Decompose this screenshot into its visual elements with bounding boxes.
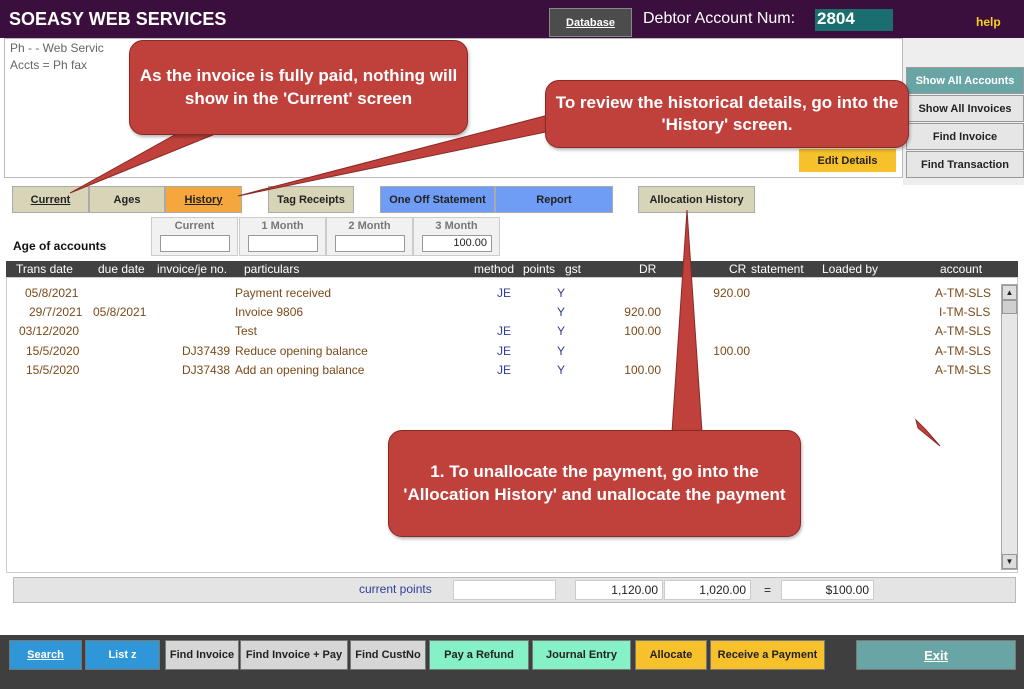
find-transaction-button[interactable]: Find Transaction	[906, 151, 1024, 178]
callout-unallocate-info: 1. To unallocate the payment, go into th…	[388, 430, 801, 537]
age-1-month-value	[248, 235, 318, 252]
current-points-value	[453, 580, 556, 600]
current-points-label: current points	[359, 582, 432, 596]
find-invoice-button[interactable]: Find Invoice	[165, 640, 239, 670]
row-2-particulars[interactable]: Invoice 9806	[235, 305, 303, 319]
age-1-month-label: 1 Month	[261, 220, 304, 232]
find-invoice-pay-button[interactable]: Find Invoice + Pay	[240, 640, 348, 670]
exit-button[interactable]: Exit	[856, 640, 1016, 670]
row-4-cr[interactable]: 100.00	[700, 344, 750, 358]
age-3-month-label: 3 Month	[435, 220, 478, 232]
balance-total: $100.00	[781, 580, 874, 600]
cr-total: 1,020.00	[664, 580, 751, 600]
row-4-trans-date[interactable]: 15/5/2020	[26, 344, 79, 358]
debtor-account-number[interactable]: 2804	[815, 9, 893, 31]
debtor-account-label: Debtor Account Num:	[643, 10, 796, 27]
row-5-gst[interactable]: Y	[557, 363, 565, 377]
col-gst[interactable]: gst	[565, 262, 581, 276]
tab-report[interactable]: Report	[495, 186, 613, 213]
callout-history-info: To review the historical details, go int…	[545, 80, 909, 148]
age-current-value	[160, 235, 230, 252]
row-3-gst[interactable]: Y	[557, 324, 565, 338]
age-2-month-value	[335, 235, 405, 252]
row-1-particulars[interactable]: Payment received	[235, 286, 331, 300]
show-all-invoices-button[interactable]: Show All Invoices	[906, 95, 1024, 122]
row-1-method[interactable]: JE	[497, 286, 511, 300]
row-1-gst[interactable]: Y	[557, 286, 565, 300]
row-2-trans-date[interactable]: 29/7/2021	[29, 305, 82, 319]
col-statement[interactable]: statement	[751, 262, 804, 276]
info-line-phone: Ph - - Web Servic	[10, 41, 104, 55]
row-4-account[interactable]: A-TM-SLS	[935, 344, 991, 358]
scroll-thumb[interactable]	[1002, 300, 1017, 314]
row-3-dr[interactable]: 100.00	[611, 324, 661, 338]
pay-refund-button[interactable]: Pay a Refund	[429, 640, 529, 670]
row-1-account[interactable]: A-TM-SLS	[935, 286, 991, 300]
tab-one-off-statement[interactable]: One Off Statement	[380, 186, 495, 213]
col-cr[interactable]: CR	[729, 262, 746, 276]
col-invoice[interactable]: invoice/je no.	[157, 262, 227, 276]
col-due-date[interactable]: due date	[98, 262, 145, 276]
tab-history[interactable]: History	[165, 186, 242, 213]
tab-ages[interactable]: Ages	[89, 186, 165, 213]
scroll-up-arrow-icon[interactable]: ▲	[1002, 285, 1017, 300]
dr-total: 1,120.00	[575, 580, 663, 600]
col-points[interactable]: points	[523, 262, 555, 276]
show-all-accounts-button[interactable]: Show All Accounts	[906, 67, 1024, 94]
scroll-down-arrow-icon[interactable]: ▼	[1002, 554, 1017, 569]
row-4-gst[interactable]: Y	[557, 344, 565, 358]
row-2-due-date[interactable]: 05/8/2021	[93, 305, 146, 319]
row-5-account[interactable]: A-TM-SLS	[935, 363, 991, 377]
row-2-dr[interactable]: 920.00	[611, 305, 661, 319]
tab-tag-receipts[interactable]: Tag Receipts	[268, 186, 354, 213]
age-2-month-label: 2 Month	[348, 220, 391, 232]
help-link[interactable]: help	[976, 15, 1001, 29]
row-2-gst[interactable]: Y	[557, 305, 565, 319]
row-3-trans-date[interactable]: 03/12/2020	[19, 324, 79, 338]
row-2-account[interactable]: I-TM-SLS	[939, 305, 990, 319]
col-trans-date[interactable]: Trans date	[16, 262, 73, 276]
row-4-invoice[interactable]: DJ37439	[182, 344, 230, 358]
callout-current-info: As the invoice is fully paid, nothing wi…	[129, 40, 468, 135]
find-custno-button[interactable]: Find CustNo	[350, 640, 426, 670]
search-button[interactable]: Search	[9, 640, 82, 670]
row-1-trans-date[interactable]: 05/8/2021	[25, 286, 78, 300]
col-loaded-by[interactable]: Loaded by	[822, 262, 878, 276]
age-of-accounts-label: Age of accounts	[13, 239, 107, 253]
app-title: SOEASY WEB SERVICES	[9, 9, 227, 29]
row-5-method[interactable]: JE	[497, 363, 511, 377]
vertical-scrollbar[interactable]	[1001, 284, 1018, 570]
col-dr[interactable]: DR	[639, 262, 656, 276]
row-3-account[interactable]: A-TM-SLS	[935, 324, 991, 338]
col-particulars[interactable]: particulars	[244, 262, 299, 276]
row-5-invoice[interactable]: DJ37438	[182, 363, 230, 377]
col-method[interactable]: method	[474, 262, 514, 276]
list-button[interactable]: List z	[85, 640, 160, 670]
row-4-method[interactable]: JE	[497, 344, 511, 358]
tab-allocation-history[interactable]: Allocation History	[638, 186, 755, 213]
age-3-month-value: 100.00	[422, 235, 492, 252]
edit-details-button[interactable]: Edit Details	[799, 149, 896, 172]
info-line-accounts: Accts = Ph fax	[10, 58, 88, 72]
age-current-label: Current	[174, 220, 215, 232]
row-5-particulars[interactable]: Add an opening balance	[235, 363, 364, 377]
row-5-dr[interactable]: 100.00	[611, 363, 661, 377]
row-5-trans-date[interactable]: 15/5/2020	[26, 363, 79, 377]
equals-sign: =	[764, 583, 772, 597]
tab-current[interactable]: Current	[12, 186, 89, 213]
find-invoice-side-button[interactable]: Find Invoice	[906, 123, 1024, 150]
row-3-method[interactable]: JE	[497, 324, 511, 338]
row-3-particulars[interactable]: Test	[235, 324, 257, 338]
allocate-button[interactable]: Allocate	[635, 640, 707, 670]
col-account[interactable]: account	[940, 262, 982, 276]
row-4-particulars[interactable]: Reduce opening balance	[235, 344, 368, 358]
row-1-cr[interactable]: 920.00	[700, 286, 750, 300]
journal-entry-button[interactable]: Journal Entry	[532, 640, 631, 670]
receive-payment-button[interactable]: Receive a Payment	[710, 640, 825, 670]
database-button[interactable]: Database	[549, 8, 632, 37]
